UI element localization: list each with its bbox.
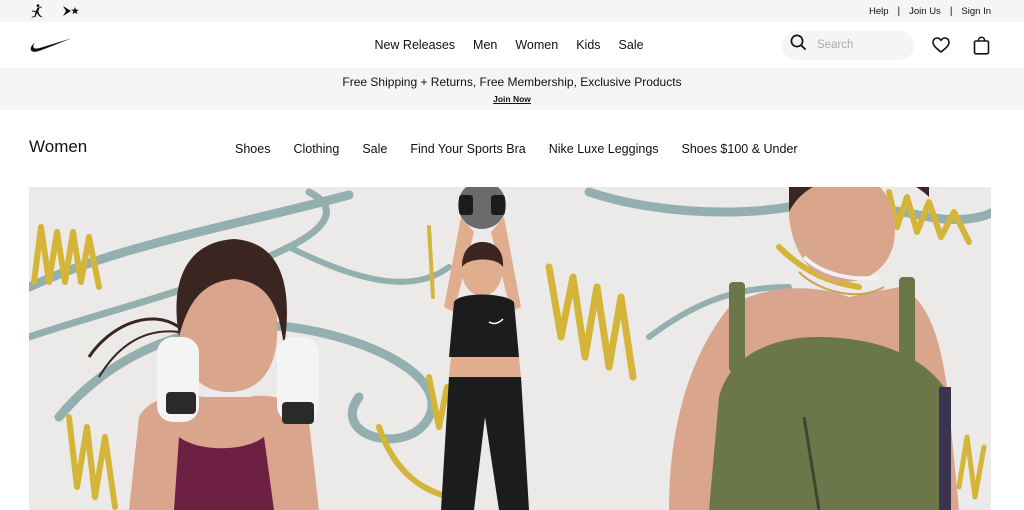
category-nav: Shoes Clothing Sale Find Your Sports Bra… [235,142,798,156]
promo-banner: Free Shipping + Returns, Free Membership… [0,68,1024,110]
sign-in-link[interactable]: Sign In [961,6,991,17]
jumpman-icon[interactable] [30,4,44,18]
subnav-clothing[interactable]: Clothing [293,142,339,156]
nav-men[interactable]: Men [473,38,497,52]
join-us-link[interactable]: Join Us [909,6,941,17]
join-now-link[interactable]: Join Now [493,94,531,104]
nav-women[interactable]: Women [515,38,558,52]
subnav-shoes[interactable]: Shoes [235,142,270,156]
subnav-shoes-under-100[interactable]: Shoes $100 & Under [682,142,798,156]
heart-icon[interactable] [928,32,954,58]
separator: | [949,5,953,17]
separator: | [897,5,901,17]
main-header: New Releases Men Women Kids Sale [0,22,1024,68]
swoosh-logo[interactable] [30,37,72,53]
bag-icon[interactable] [968,32,994,58]
subnav-luxe-leggings[interactable]: Nike Luxe Leggings [549,142,659,156]
hero-image[interactable] [29,187,991,510]
category-header: Women Shoes Clothing Sale Find Your Spor… [0,110,1024,188]
subnav-sale[interactable]: Sale [362,142,387,156]
converse-icon[interactable] [62,4,80,18]
help-link[interactable]: Help [869,6,889,17]
nav-new-releases[interactable]: New Releases [374,38,455,52]
nav-sale[interactable]: Sale [619,38,644,52]
utility-bar: Help | Join Us | Sign In [0,0,1024,22]
search-input[interactable] [817,39,907,51]
page-title: Women [29,137,88,156]
nav-kids[interactable]: Kids [576,38,600,52]
search-box[interactable] [782,30,914,60]
subnav-sports-bra[interactable]: Find Your Sports Bra [410,142,525,156]
search-icon[interactable] [790,34,807,56]
header-actions [782,30,994,60]
brand-links [30,4,80,18]
utility-links: Help | Join Us | Sign In [869,6,991,17]
promo-text: Free Shipping + Returns, Free Membership… [342,75,682,89]
